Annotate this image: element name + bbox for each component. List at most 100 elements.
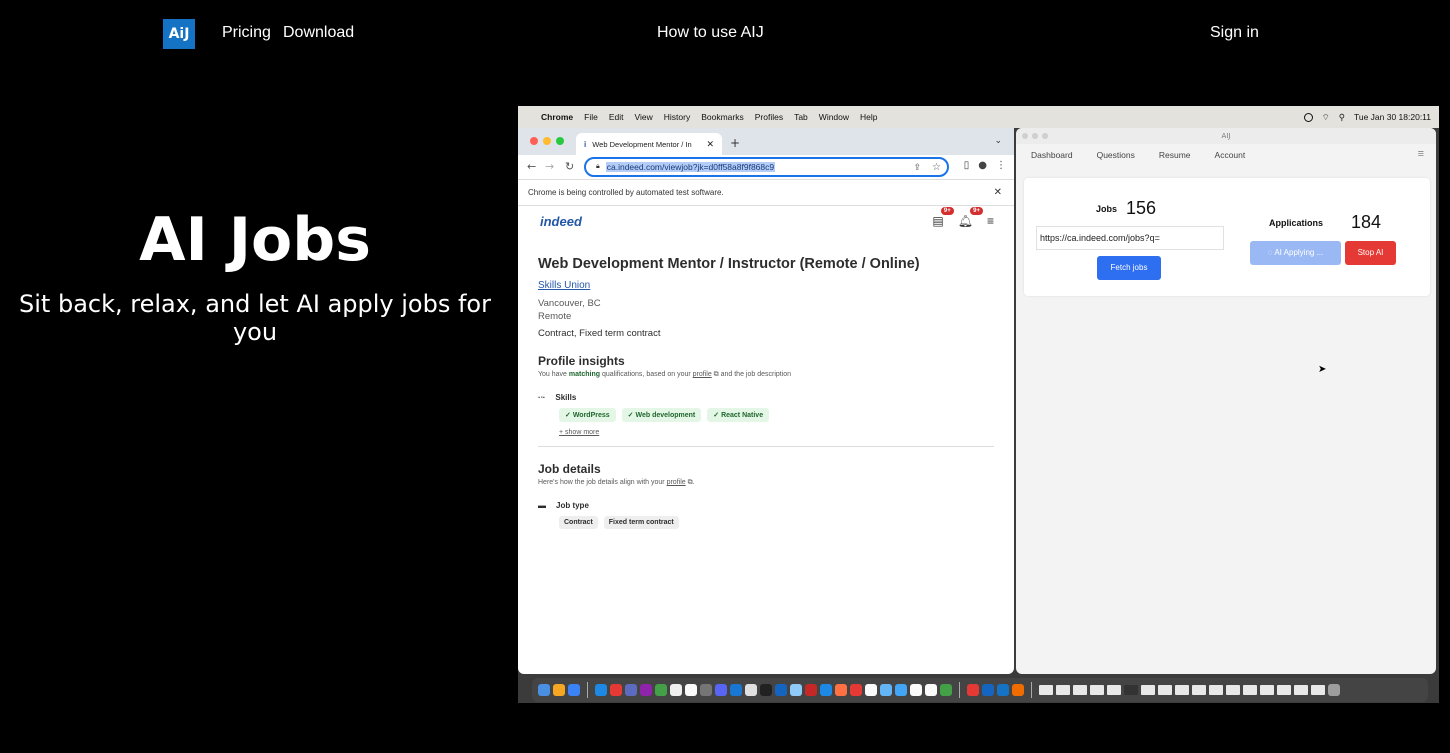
bell-icon: 🔔︎ 9+: [958, 207, 983, 228]
terminal-icon: [760, 684, 772, 696]
minimized-window: [1243, 685, 1257, 695]
minimized-window: [1107, 685, 1121, 695]
lock-icon: 🔒︎: [596, 163, 600, 170]
location-city: Vancouver, BC: [538, 298, 601, 309]
ai-applying-button: ◌ AI Applying ...: [1250, 241, 1341, 265]
finder-icon: [538, 684, 550, 696]
minimized-window: [1158, 685, 1172, 695]
show-more-link: + show more: [559, 429, 600, 436]
dock-app-icon: [595, 684, 607, 696]
minimize-window-button: [543, 137, 551, 145]
reload-icon: ↻: [565, 160, 575, 173]
indeed-logo: indeed: [540, 214, 582, 229]
trash-icon: [1328, 684, 1340, 696]
dock-app-icon: [700, 684, 712, 696]
aij-dock-icon: [997, 684, 1009, 696]
minimized-window: [1039, 685, 1053, 695]
minimized-window: [1141, 685, 1155, 695]
mac-menu-bar: Chrome File Edit View History Bookmarks …: [518, 106, 1439, 128]
url-text: ca.indeed.com/viewjob?jk=d0ff58a8f9f868c…: [605, 162, 776, 172]
job-location: Vancouver, BC Remote: [538, 297, 1004, 323]
address-row: ← → ↻ 🔒︎ ca.indeed.com/viewjob?jk=d0ff58…: [518, 155, 1014, 179]
hero-subtitle: Sit back, relax, and let AI apply jobs f…: [19, 290, 491, 346]
aij-nav-account: Account: [1214, 150, 1246, 160]
menu-item: Help: [860, 112, 878, 122]
kebab-menu-icon: ⋮: [996, 160, 1006, 171]
menu-clock: Tue Jan 30 18:20:11: [1353, 112, 1431, 122]
jobs-label: Jobs: [1096, 204, 1118, 214]
launchpad-icon: [553, 684, 565, 696]
job-type-heading: ▬ Job type: [538, 501, 1004, 510]
applying-label: AI Applying ...: [1274, 248, 1324, 257]
indeed-page: indeed ▤ 9+ 🔔︎ 9+ ≡ Web Development Mentor…: [518, 206, 1014, 529]
indeed-favicon-icon: i: [584, 139, 587, 149]
job-type-chips: Contract Fixed term contract: [559, 516, 1004, 529]
minimized-window: [1260, 685, 1274, 695]
insights-post: and the job description: [718, 371, 792, 378]
dock-app-icon: [820, 684, 832, 696]
window-controls: [1022, 133, 1048, 139]
toolbar-icons: ▯ ● ⋮: [964, 160, 1006, 171]
zoom-window-button: [556, 137, 564, 145]
nav-pricing-link[interactable]: Pricing: [222, 24, 271, 42]
search-icon: ⚲: [1338, 111, 1345, 122]
minimized-window: [1090, 685, 1104, 695]
skill-label: Web development: [635, 412, 696, 419]
minimized-window: [1226, 685, 1240, 695]
details-post: .: [692, 479, 695, 486]
aij-title-bar: AIJ: [1016, 128, 1436, 144]
dock-app-icon: [805, 684, 817, 696]
dock-app-icon: [925, 684, 937, 696]
menu-item: Bookmarks: [701, 112, 744, 122]
skill-chip: ✓ React Native: [707, 408, 770, 422]
menu-item: History: [663, 112, 691, 122]
insights-pre: You have: [538, 371, 569, 378]
minimized-window: [1311, 685, 1325, 695]
back-icon: ←: [527, 160, 537, 173]
minimized-window: [1209, 685, 1223, 695]
minimized-window: [1175, 685, 1189, 695]
job-details-text: Here's how the job details align with yo…: [538, 479, 695, 486]
skill-label: React Native: [721, 412, 764, 419]
dock-app-icon: [910, 684, 922, 696]
tab-strip: i Web Development Mentor / In ✕ + ⌄: [518, 128, 1014, 155]
top-nav: AiJ Pricing Download How to use AIJ Sign…: [0, 0, 1450, 68]
infobar-text: Chrome is being controlled by automated …: [528, 188, 724, 197]
minimized-window: [1294, 685, 1308, 695]
profile-link: profile: [692, 371, 712, 378]
minimized-window: [1073, 685, 1087, 695]
job-type-chip: Contract: [559, 516, 598, 529]
calendar-icon: [670, 684, 682, 696]
aij-nav-dashboard: Dashboard: [1031, 150, 1073, 160]
chevron-down-icon: ⌄: [994, 136, 1002, 146]
nav-sign-in-link[interactable]: Sign in: [1210, 24, 1259, 42]
menu-item: Profiles: [754, 112, 784, 122]
job-type-label: Job type: [556, 501, 589, 510]
job-type-chip: Fixed term contract: [603, 516, 679, 529]
applications-count: 184: [1351, 212, 1382, 232]
nav-how-to-link[interactable]: How to use AIJ: [657, 24, 764, 42]
wifi-icon: ⌔: [1321, 111, 1330, 122]
dock-app-icon: [625, 684, 637, 696]
job-title: Web Development Mentor / Instructor (Rem…: [538, 256, 920, 272]
aij-nav: Dashboard Questions Resume Account ≡: [1016, 144, 1436, 166]
skill-chip: ✓ WordPress: [559, 408, 616, 422]
vscode-icon: [730, 684, 742, 696]
job-contract: Contract, Fixed term contract: [538, 328, 661, 339]
dock-app-icon: [775, 684, 787, 696]
hamburger-menu-icon: ≡: [986, 214, 994, 228]
close-tab-icon: ✕: [706, 138, 714, 149]
chrome-window: i Web Development Mentor / In ✕ + ⌄ ← → …: [518, 128, 1014, 674]
skills-heading: ·ᐧ· Skills: [538, 393, 1004, 402]
profile-insights-title: Profile insights: [538, 354, 625, 368]
dock-app-icon: [940, 684, 952, 696]
nav-download-link[interactable]: Download: [283, 24, 354, 42]
notifications-badge: 9+: [970, 207, 983, 215]
address-bar: 🔒︎ ca.indeed.com/viewjob?jk=d0ff58a8f9f8…: [584, 157, 949, 177]
browser-tab: i Web Development Mentor / In ✕: [576, 133, 722, 155]
aij-logo[interactable]: AiJ: [163, 19, 195, 49]
applications-label: Applications: [1269, 218, 1324, 228]
jobs-count: 156: [1126, 198, 1157, 218]
job-search-url-input: https://ca.indeed.com/jobs?q=: [1036, 226, 1224, 250]
product-screenshot: Chrome File Edit View History Bookmarks …: [518, 106, 1439, 703]
